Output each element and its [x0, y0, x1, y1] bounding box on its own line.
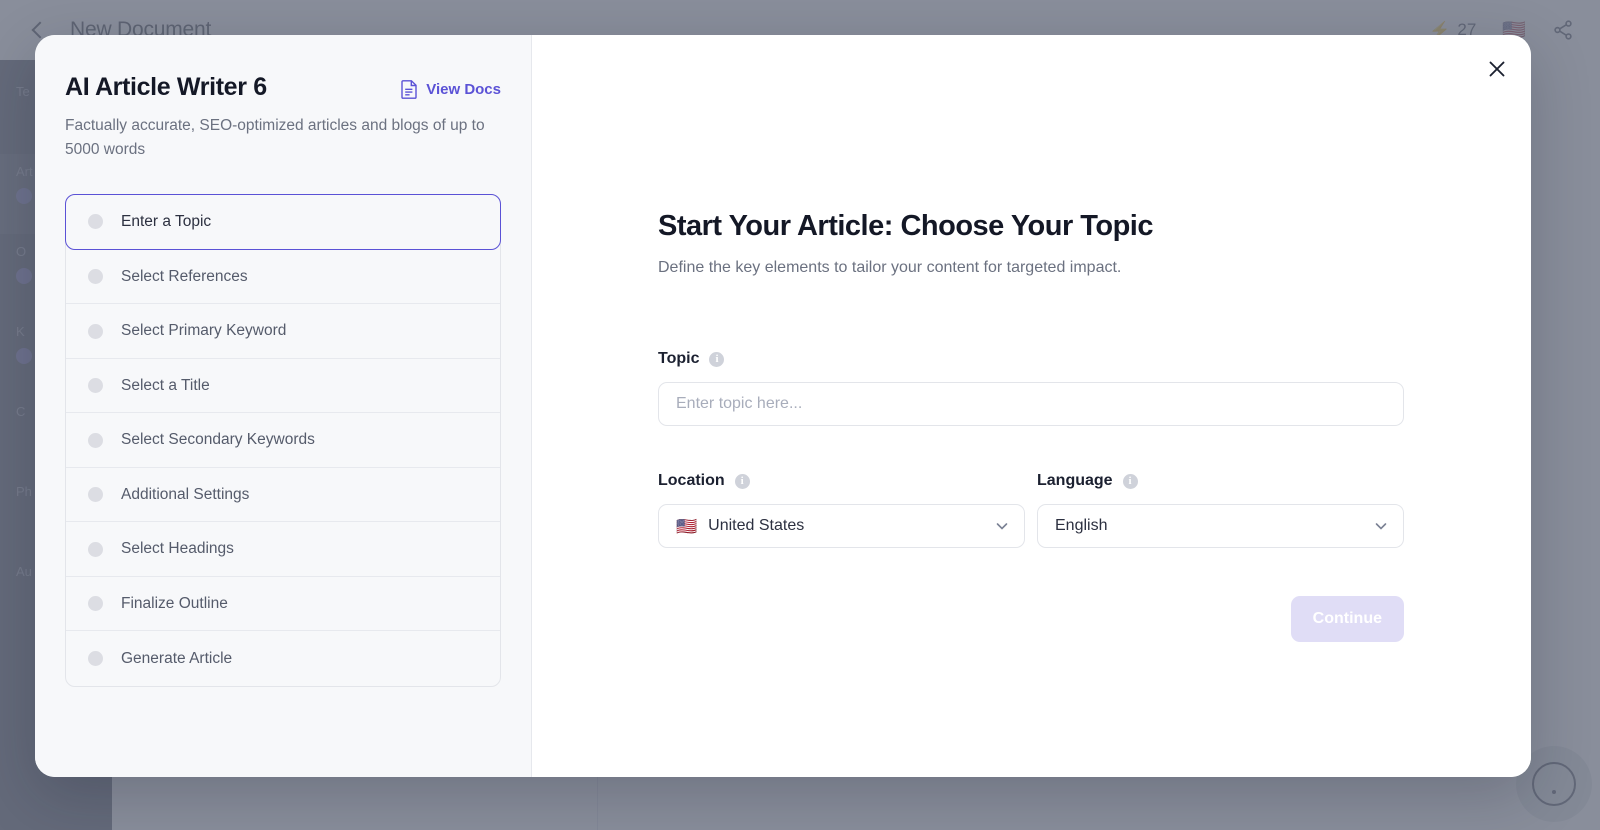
topic-field-group: Topic i: [658, 350, 1531, 426]
location-label: Location: [658, 472, 725, 490]
language-label-row: Language i: [1037, 472, 1404, 490]
step-label: Select Primary Keyword: [121, 322, 286, 340]
page-title: Start Your Article: Choose Your Topic: [658, 210, 1531, 243]
view-docs-label: View Docs: [426, 81, 501, 98]
modal-actions: Continue: [658, 596, 1404, 642]
page-subtitle: Define the key elements to tailor your c…: [658, 259, 1531, 277]
step-item-select-primary-keyword[interactable]: Select Primary Keyword: [66, 304, 500, 359]
step-item-additional-settings[interactable]: Additional Settings: [66, 468, 500, 523]
chevron-down-icon: [1373, 518, 1389, 534]
modal-left-panel: AI Article Writer 6 View Docs Factually …: [35, 35, 532, 777]
info-icon[interactable]: i: [709, 352, 724, 367]
modal-header: AI Article Writer 6 View Docs: [65, 73, 501, 102]
step-label: Select Secondary Keywords: [121, 431, 315, 449]
step-item-enter-a-topic[interactable]: Enter a Topic: [65, 194, 501, 250]
language-select[interactable]: English: [1037, 504, 1404, 548]
step-item-select-a-title[interactable]: Select a Title: [66, 359, 500, 414]
step-status-dot: [88, 542, 103, 557]
step-item-finalize-outline[interactable]: Finalize Outline: [66, 577, 500, 632]
location-language-row: Location i 🇺🇸 United States Language: [658, 472, 1404, 548]
step-label: Enter a Topic: [121, 213, 211, 231]
workflow-steps-list: Enter a Topic Select References Select P…: [65, 194, 501, 687]
info-icon[interactable]: i: [1123, 474, 1138, 489]
language-label: Language: [1037, 472, 1113, 490]
step-item-select-references[interactable]: Select References: [66, 250, 500, 305]
document-icon: [401, 79, 418, 99]
step-status-dot: [88, 596, 103, 611]
flag-icon: 🇺🇸: [676, 518, 697, 535]
step-status-dot: [88, 214, 103, 229]
topic-label: Topic: [658, 350, 699, 368]
step-item-select-headings[interactable]: Select Headings: [66, 522, 500, 577]
step-label: Generate Article: [121, 650, 232, 668]
step-status-dot: [88, 433, 103, 448]
topic-input[interactable]: [658, 382, 1404, 426]
app-title: AI Article Writer 6: [65, 73, 267, 102]
language-selected-value: English: [1055, 517, 1362, 535]
location-select[interactable]: 🇺🇸 United States: [658, 504, 1025, 548]
location-label-row: Location i: [658, 472, 1025, 490]
ai-article-writer-modal: AI Article Writer 6 View Docs Factually …: [35, 35, 1531, 777]
step-label: Select References: [121, 268, 248, 286]
location-field-group: Location i 🇺🇸 United States: [658, 472, 1025, 548]
close-icon[interactable]: [1475, 47, 1519, 91]
step-item-select-secondary-keywords[interactable]: Select Secondary Keywords: [66, 413, 500, 468]
continue-button[interactable]: Continue: [1291, 596, 1404, 642]
step-status-dot: [88, 378, 103, 393]
app-subtitle: Factually accurate, SEO-optimized articl…: [65, 114, 501, 162]
view-docs-link[interactable]: View Docs: [401, 79, 501, 99]
step-label: Select Headings: [121, 540, 234, 558]
modal-right-panel: Start Your Article: Choose Your Topic De…: [532, 35, 1531, 777]
chevron-down-icon: [994, 518, 1010, 534]
step-status-dot: [88, 269, 103, 284]
step-item-generate-article[interactable]: Generate Article: [66, 631, 500, 686]
language-field-group: Language i English: [1037, 472, 1404, 548]
step-status-dot: [88, 487, 103, 502]
step-status-dot: [88, 651, 103, 666]
step-label: Additional Settings: [121, 486, 249, 504]
step-status-dot: [88, 324, 103, 339]
step-label: Select a Title: [121, 377, 210, 395]
step-label: Finalize Outline: [121, 595, 228, 613]
topic-label-row: Topic i: [658, 350, 1531, 368]
info-icon[interactable]: i: [735, 474, 750, 489]
location-selected-value: United States: [708, 517, 983, 535]
